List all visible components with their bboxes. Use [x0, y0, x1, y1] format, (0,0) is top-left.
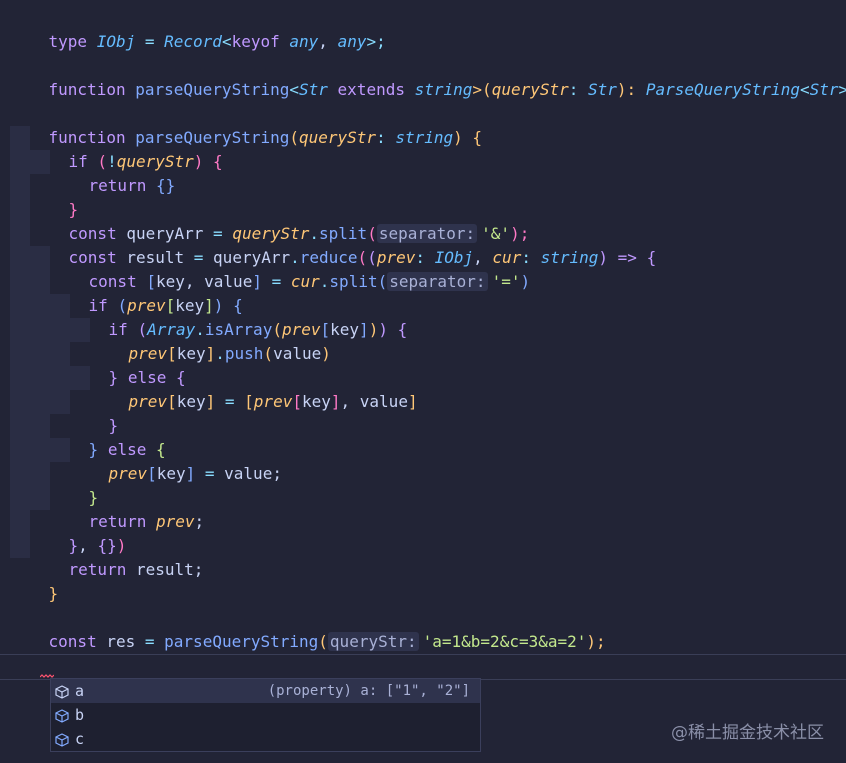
code-line-8[interactable]: } [30, 174, 79, 219]
keyword: keyof [231, 32, 280, 51]
code-line-22[interactable]: }, {}) [30, 510, 127, 555]
type-name: Record [164, 32, 222, 51]
current-line[interactable]: res. [0, 654, 846, 700]
code-editor[interactable]: type IObj = Record<keyof any, any>; func… [0, 0, 846, 763]
code-line-11[interactable]: const [key, value] = cur.split(separator… [50, 246, 530, 291]
code-line-15[interactable]: } else { [70, 342, 186, 387]
code-line-19[interactable]: prev[key] = value; [70, 438, 282, 483]
code-line-9[interactable]: const queryArr = queryStr.split(separato… [30, 198, 529, 243]
suggestion-label: c [75, 730, 85, 748]
code-line-21[interactable]: return prev; [50, 486, 205, 531]
suggestion-item[interactable]: a (property) a: ["1", "2"] [51, 679, 480, 703]
code-line-12[interactable]: if (prev[key]) { [50, 270, 243, 315]
code-line-26[interactable]: const res = parseQueryString(queryStr:'a… [10, 606, 606, 651]
watermark: @稀土掘金技术社区 [671, 723, 824, 743]
code-line-5[interactable]: function parseQueryString(queryStr: stri… [10, 102, 483, 147]
type-name: any [289, 32, 319, 51]
code-line-18[interactable]: } else { [50, 414, 166, 459]
keyword: type [48, 32, 88, 51]
code-line-14[interactable]: prev[key].push(value) [90, 318, 331, 363]
suggestion-label: a [75, 682, 85, 700]
code-line-3[interactable]: function parseQueryString<Str extends st… [10, 54, 846, 99]
suggestion-label: b [75, 706, 85, 724]
code-line-23[interactable]: return result; [30, 534, 204, 579]
code-line-6[interactable]: if (!queryStr) { [30, 126, 223, 171]
code-line-1[interactable]: type IObj = Record<keyof any, any>; [10, 6, 386, 51]
type-name: IObj [96, 32, 136, 51]
code-line-24[interactable]: } [10, 558, 59, 603]
autocomplete-suggestions[interactable]: a (property) a: ["1", "2"] b c [50, 678, 481, 752]
suggestion-item[interactable]: b [51, 703, 480, 727]
function-name: parseQueryString [135, 80, 290, 99]
suggestion-item[interactable]: c [51, 727, 480, 751]
cube-icon [55, 733, 69, 747]
parameter-hint: separator: [387, 272, 488, 291]
code-line-20[interactable]: } [50, 462, 99, 507]
cube-icon [55, 685, 69, 699]
code-line-7[interactable]: return {} [50, 150, 176, 195]
type-name: any [337, 32, 367, 51]
code-line-17[interactable]: } [70, 390, 119, 435]
cube-icon [55, 709, 69, 723]
parameter-hint: queryStr: [327, 632, 419, 651]
code-line-13[interactable]: if (Array.isArray(prev[key])) { [70, 294, 408, 339]
code-line-16[interactable]: prev[key] = [prev[key], value] [90, 366, 418, 411]
suggestion-detail: (property) a: ["1", "2"] [267, 683, 470, 699]
indent-guide [10, 126, 30, 558]
code-line-10[interactable]: const result = queryArr.reduce((prev: IO… [30, 222, 657, 267]
